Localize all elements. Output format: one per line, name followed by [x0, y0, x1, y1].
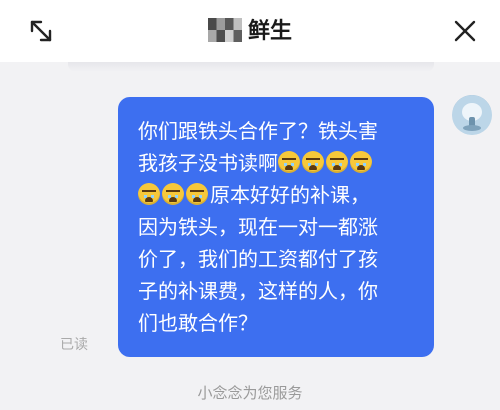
message-line: 我孩子没书读啊: [138, 151, 278, 175]
message-line: 子的补课费，这样的人，你: [138, 279, 378, 303]
message-line: 价了，我们的工资都付了孩: [138, 247, 378, 271]
message-line: 你们跟铁头合作了？铁头害: [138, 119, 378, 143]
chat-header: 鲜生: [0, 0, 500, 62]
header-divider: [68, 62, 434, 72]
message-bubble[interactable]: 你们跟铁头合作了？铁头害 我孩子没书读啊 原本好好的补课， 因为铁头，现在一对一…: [118, 97, 434, 357]
message-line: 因为铁头，现在一对一都涨: [138, 215, 378, 239]
crying-face-icon: [186, 183, 208, 205]
service-notice: 小念念为您服务: [197, 384, 303, 402]
crying-face-icon: [350, 151, 372, 173]
message-line-with-emoji: 原本好好的补课，: [138, 179, 420, 211]
message-line: 原本好好的补课，: [210, 183, 370, 207]
crying-face-icon: [162, 183, 184, 205]
close-icon[interactable]: [450, 16, 480, 46]
chat-title: 鲜生: [0, 17, 500, 47]
crying-face-icon: [326, 151, 348, 173]
user-avatar[interactable]: [452, 95, 492, 135]
message-line: 们也敢合作？: [138, 311, 258, 335]
crying-face-icon: [302, 151, 324, 173]
crying-face-icon: [138, 183, 160, 205]
read-status: 已读: [60, 337, 88, 353]
crying-face-icon: [278, 151, 300, 173]
message-line-with-emoji: 我孩子没书读啊: [138, 147, 420, 179]
chat-title-text: 鲜生: [247, 19, 292, 44]
censored-name-mosaic: [207, 18, 242, 42]
